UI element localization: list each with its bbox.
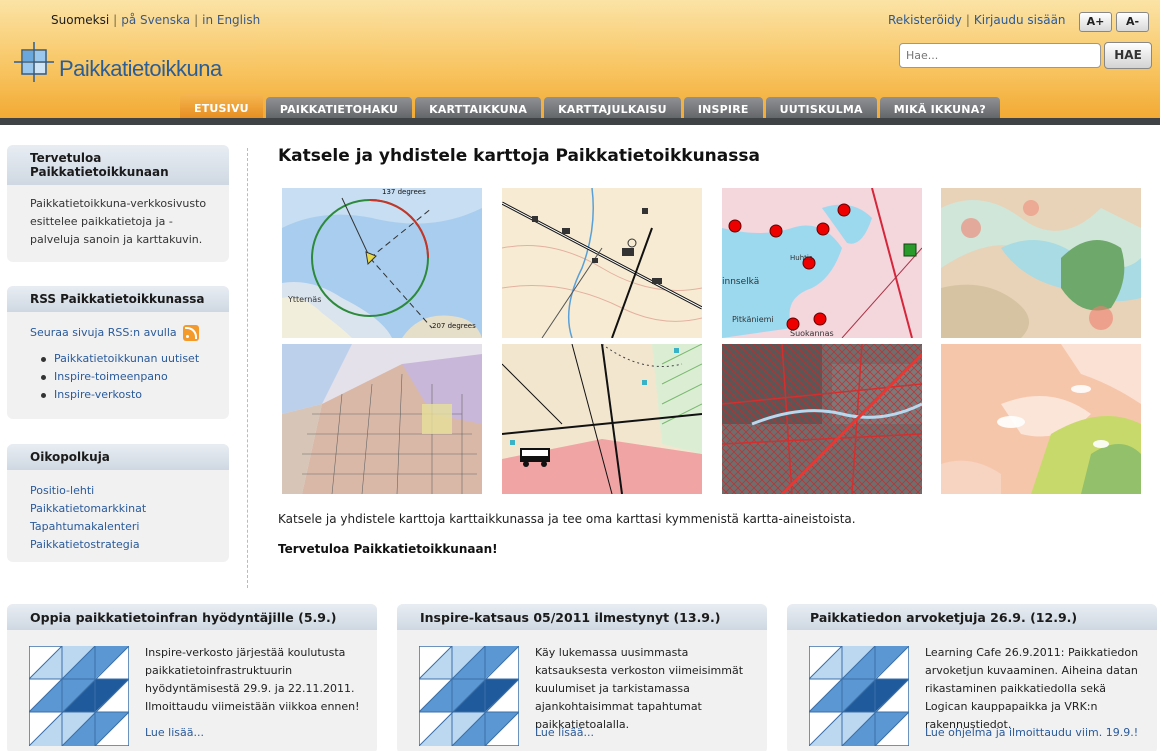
site-logo[interactable]: Paikkatietoikkuna	[14, 42, 274, 86]
shortcut-link[interactable]: Tapahtumakalenteri	[30, 518, 219, 536]
rss-feed-link[interactable]: Inspire-verkosto	[54, 386, 219, 404]
page-title: Katsele ja yhdistele karttoja Paikkatiet…	[278, 146, 760, 166]
site-header: Suomeksi | på Svenska | in English Rekisterö…	[0, 0, 1160, 125]
lang-swedish[interactable]: på Svenska	[121, 13, 190, 27]
news-title[interactable]: Inspire-katsaus 05/2011 ilmestynyt (13.9…	[397, 604, 767, 630]
map-label: 137 degrees	[382, 188, 426, 196]
map-label: 207 degrees	[432, 322, 476, 330]
welcome-box-text: Paikkatietoikkuna-verkkosivusto esittele…	[30, 197, 207, 246]
list-item: Inspire-verkosto	[40, 386, 219, 404]
news-text: Käy lukemassa uusimmasta katsauksesta ve…	[535, 646, 744, 731]
map-label: Ytternäs	[287, 295, 321, 304]
nav-etusivu[interactable]: ETUSIVU	[180, 94, 263, 121]
news-title[interactable]: Oppia paikkatietoinfran hyödyntäjille (5…	[7, 604, 377, 630]
lang-english[interactable]: in English	[202, 13, 260, 27]
search-input[interactable]	[899, 43, 1101, 68]
map-thumbnail-topographic[interactable]	[502, 188, 702, 338]
language-selector: Suomeksi | på Svenska | in English	[51, 13, 261, 27]
font-decrease-button[interactable]: A-	[1116, 12, 1149, 32]
rss-follow-link[interactable]: Seuraa sivuja RSS:n avulla	[30, 324, 177, 342]
map-label: innselkä	[722, 277, 759, 287]
shortcut-link[interactable]: Paikkatietostrategia	[30, 536, 219, 554]
read-more-link[interactable]: Lue lisää...	[535, 726, 594, 739]
rss-box-title: RSS Paikkatietoikkunassa	[7, 286, 229, 312]
rss-icon[interactable]	[182, 325, 199, 341]
read-more-link[interactable]: Lue lisää...	[145, 726, 204, 739]
news-text: Learning Cafe 26.9.2011: Paikkatiedon ar…	[925, 646, 1139, 731]
news-card: Oppia paikkatietoinfran hyödyntäjille (5…	[7, 604, 377, 751]
news-card: Paikkatiedon arvoketjuja 26.9. (12.9.) L…	[787, 604, 1157, 751]
main-description: Katsele ja yhdistele karttoja karttaikku…	[278, 512, 856, 526]
nav-bar-strip	[0, 118, 1160, 125]
inspire-cube-icon	[419, 646, 519, 746]
inspire-cube-icon	[809, 646, 909, 746]
rss-feed-link[interactable]: Paikkatietoikkunan uutiset	[54, 350, 219, 368]
map-thumbnail-geology[interactable]	[941, 344, 1141, 494]
map-thumbnail-roads[interactable]	[502, 344, 702, 494]
map-thumbnail-aerial[interactable]	[722, 344, 922, 494]
main-navigation: ETUSIVU PAIKKATIETOHAKU KARTTAIKKUNA KAR…	[180, 94, 1001, 121]
column-divider	[247, 148, 248, 588]
rss-follow-row: Seuraa sivuja RSS:n avulla	[30, 324, 219, 342]
map-label: Huhtis	[790, 254, 813, 262]
shortcuts-box-title: Oikopolkuja	[7, 444, 229, 470]
shortcut-link[interactable]: Paikkatietomarkkinat	[30, 500, 219, 518]
register-link[interactable]: Rekisteröidy	[888, 13, 962, 27]
shortcuts-box: Oikopolkuja Positio-lehti Paikkatietomar…	[7, 444, 229, 562]
user-links: Rekisteröidy | Kirjaudu sisään	[888, 13, 1066, 27]
map-label: Suokannas	[790, 329, 834, 338]
rss-feed-link[interactable]: Inspire-toimeenpano	[54, 368, 219, 386]
news-card: Inspire-katsaus 05/2011 ilmestynyt (13.9…	[397, 604, 767, 751]
welcome-box-title: Tervetuloa Paikkatietoikkunaan	[7, 145, 229, 185]
read-more-link[interactable]: Lue ohjelma ja ilmoittaudu viim. 19.9.!	[925, 726, 1138, 739]
news-title[interactable]: Paikkatiedon arvoketjuja 26.9. (12.9.)	[787, 604, 1157, 630]
rss-feed-list: Paikkatietoikkunan uutiset Inspire-toime…	[40, 350, 219, 404]
list-item: Inspire-toimeenpano	[40, 368, 219, 386]
main-welcome-text: Tervetuloa Paikkatietoikkunaan!	[278, 542, 498, 556]
map-thumbnail-landcover[interactable]	[941, 188, 1141, 338]
map-thumbnail-cityplan[interactable]	[282, 344, 482, 494]
logo-text: Paikkatietoikkuna	[59, 56, 222, 81]
shortcut-link[interactable]: Positio-lehti	[30, 482, 219, 500]
logo-window-icon	[14, 42, 54, 82]
font-increase-button[interactable]: A+	[1079, 12, 1112, 32]
lang-finnish[interactable]: Suomeksi	[51, 13, 109, 27]
map-thumbnail-lake-points[interactable]: Huhtis innselkä Pitkäniemi Suokannas	[722, 188, 922, 338]
rss-box: RSS Paikkatietoikkunassa Seuraa sivuja R…	[7, 286, 229, 419]
search-button[interactable]: HAE	[1104, 42, 1152, 69]
welcome-box: Tervetuloa Paikkatietoikkunaan Paikkatie…	[7, 145, 229, 262]
map-label: Pitkäniemi	[732, 315, 774, 324]
list-item: Paikkatietoikkunan uutiset	[40, 350, 219, 368]
inspire-cube-icon	[29, 646, 129, 746]
map-thumbnail-nautical[interactable]: 137 degrees 207 degrees Ytternäs	[282, 188, 482, 338]
login-link[interactable]: Kirjaudu sisään	[974, 13, 1066, 27]
news-text: Inspire-verkosto järjestää koulutusta pa…	[145, 646, 360, 713]
